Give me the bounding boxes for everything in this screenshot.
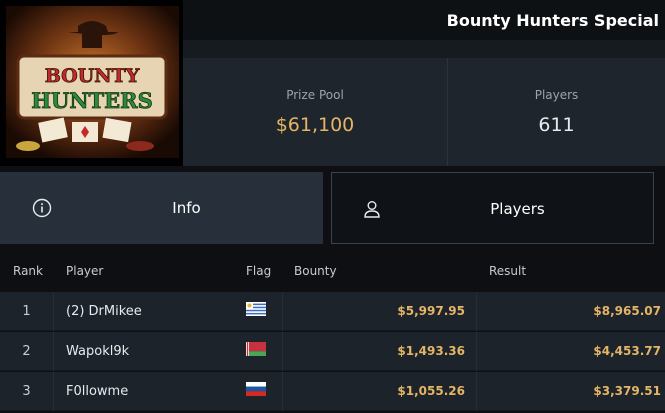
column-divider	[53, 292, 54, 331]
column-divider	[476, 292, 477, 331]
column-divider	[476, 332, 477, 371]
players-label: Players	[534, 88, 579, 102]
column-divider	[282, 372, 283, 411]
players-value: 611	[538, 114, 575, 136]
column-divider	[476, 372, 477, 411]
title-bar: Bounty Hunters Special	[183, 0, 665, 40]
result-cell: $4,453.77	[593, 344, 661, 358]
belarus-flag-icon	[246, 342, 266, 356]
table-row[interactable]: 2 Wapokl9k $1,493.36 $4,453.77	[0, 332, 665, 371]
stats-header-strip	[183, 40, 665, 58]
prize-pool-label: Prize Pool	[286, 88, 344, 102]
column-header-result: Result	[489, 264, 527, 278]
player-name[interactable]: (2) DrMikee	[66, 292, 142, 331]
russia-flag-icon	[246, 382, 266, 396]
table-row[interactable]: 3 F0llowme $1,055.26 $3,379.51	[0, 372, 665, 411]
column-header-flag: Flag	[246, 264, 272, 278]
bounty-cell: $1,055.26	[397, 384, 465, 398]
tournament-logo: BOUNTY HUNTERS	[0, 0, 183, 166]
result-cell: $8,965.07	[593, 304, 661, 318]
tab-info-label: Info	[172, 199, 201, 217]
tab-info[interactable]: Info	[0, 172, 323, 244]
column-divider	[282, 332, 283, 371]
player-name[interactable]: F0llowme	[66, 372, 128, 411]
column-divider	[282, 292, 283, 331]
column-header-player: Player	[66, 264, 104, 278]
prize-pool-value: $61,100	[275, 114, 355, 136]
tab-bar: Info Players	[0, 172, 665, 244]
bounty-cell: $1,493.36	[397, 344, 465, 358]
stats-panel: Prize Pool $61,100 Players 611	[183, 40, 665, 166]
bounty-hunters-logo-image: BOUNTY HUNTERS	[6, 6, 179, 158]
tab-players[interactable]: Players	[331, 172, 654, 244]
column-header-bounty: Bounty	[294, 264, 337, 278]
bounty-cell: $5,997.95	[397, 304, 465, 318]
rank-cell: 3	[22, 384, 31, 399]
table-row[interactable]: 1 (2) DrMikee $5,997.95 $8,965.07	[0, 292, 665, 331]
column-divider	[53, 372, 54, 411]
prize-pool-stat: Prize Pool $61,100	[183, 58, 447, 166]
rank-cell: 1	[22, 304, 31, 319]
column-divider	[53, 332, 54, 371]
logo-word-bounty: BOUNTY	[45, 65, 140, 87]
uruguay-flag-icon	[246, 302, 266, 316]
result-cell: $3,379.51	[593, 384, 661, 398]
rank-cell: 2	[22, 344, 31, 359]
logo-word-hunters: HUNTERS	[31, 88, 153, 113]
players-stat: Players 611	[447, 58, 665, 166]
tab-players-label: Players	[490, 200, 545, 218]
table-header: Rank Player Flag Bounty Result	[0, 252, 665, 290]
player-name[interactable]: Wapokl9k	[66, 332, 129, 371]
page-title: Bounty Hunters Special	[446, 11, 659, 30]
column-header-rank: Rank	[13, 264, 43, 278]
